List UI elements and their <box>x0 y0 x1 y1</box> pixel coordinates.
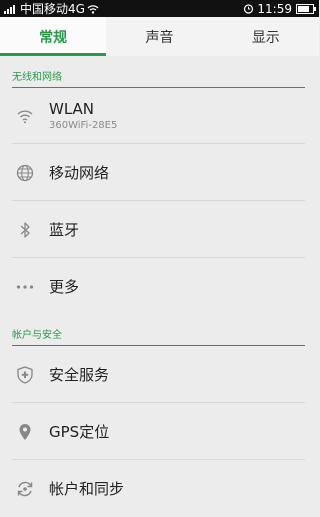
account-sync-label: 帐户和同步 <box>49 480 125 498</box>
settings-item-bluetooth[interactable]: 蓝牙 <box>0 201 319 258</box>
settings-item-wlan[interactable]: WLAN 360WiFi-28E5 <box>0 87 319 144</box>
settings-item-more[interactable]: 更多 <box>0 258 319 315</box>
carrier-label: 中国移动4G <box>20 2 85 16</box>
wifi-icon <box>17 109 32 123</box>
settings-item-gps[interactable]: GPS定位 <box>0 403 319 460</box>
battery-icon <box>296 3 316 14</box>
clock: 11:59 <box>257 1 292 16</box>
status-bar: 中国移动4G 11:59 <box>0 0 319 17</box>
settings-tabs: 常规 声音 显示 <box>0 17 319 56</box>
wifi-status-icon <box>87 4 99 14</box>
shield-icon <box>16 365 33 384</box>
bluetooth-icon <box>20 221 30 238</box>
tab-general[interactable]: 常规 <box>0 17 107 56</box>
mobile-network-label: 移动网络 <box>49 164 110 182</box>
security-service-label: 安全服务 <box>49 366 110 384</box>
tab-sound[interactable]: 声音 <box>106 17 212 56</box>
wlan-label: WLAN <box>49 100 95 118</box>
sync-icon <box>17 481 32 496</box>
bluetooth-label: 蓝牙 <box>49 221 80 239</box>
location-pin-icon <box>19 423 30 440</box>
signal-strength-icon <box>4 4 16 14</box>
settings-item-security-service[interactable]: 安全服务 <box>0 346 319 403</box>
battery-level <box>298 5 309 12</box>
settings-item-account-sync[interactable]: 帐户和同步 <box>0 460 319 517</box>
tab-display[interactable]: 显示 <box>213 17 319 56</box>
section-header-account-security: 帐户与安全 <box>12 326 305 346</box>
gps-label: GPS定位 <box>49 423 110 441</box>
wlan-network-name: 360WiFi-28E5 <box>49 120 118 131</box>
more-label: 更多 <box>49 278 80 296</box>
settings-item-mobile-network[interactable]: 移动网络 <box>0 144 319 201</box>
globe-icon <box>16 164 33 181</box>
alarm-clock-icon <box>244 4 254 14</box>
more-dots-icon <box>16 284 33 289</box>
section-header-wireless: 无线和网络 <box>12 68 305 88</box>
